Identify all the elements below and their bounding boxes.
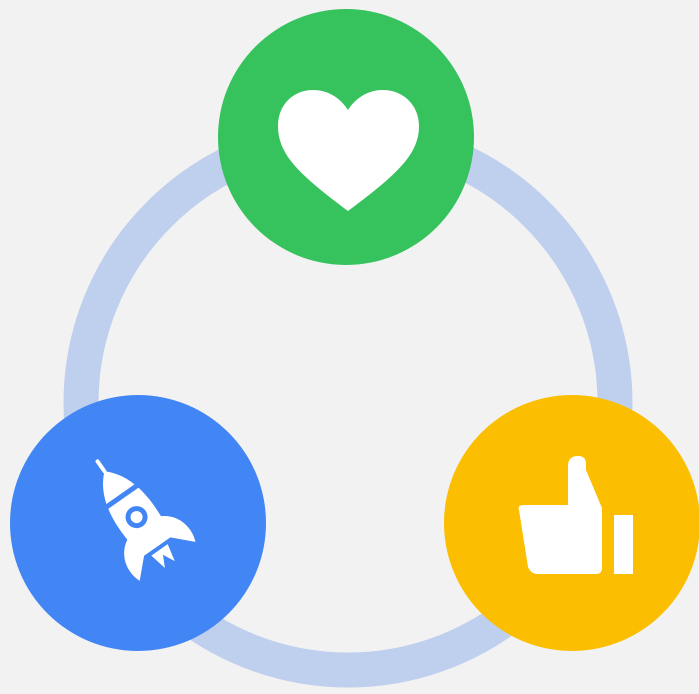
node-bottom-right (444, 395, 699, 651)
node-top (218, 9, 474, 265)
cycle-diagram (0, 0, 699, 694)
node-bottom-left (10, 395, 266, 651)
cycle-diagram-svg (0, 0, 699, 694)
